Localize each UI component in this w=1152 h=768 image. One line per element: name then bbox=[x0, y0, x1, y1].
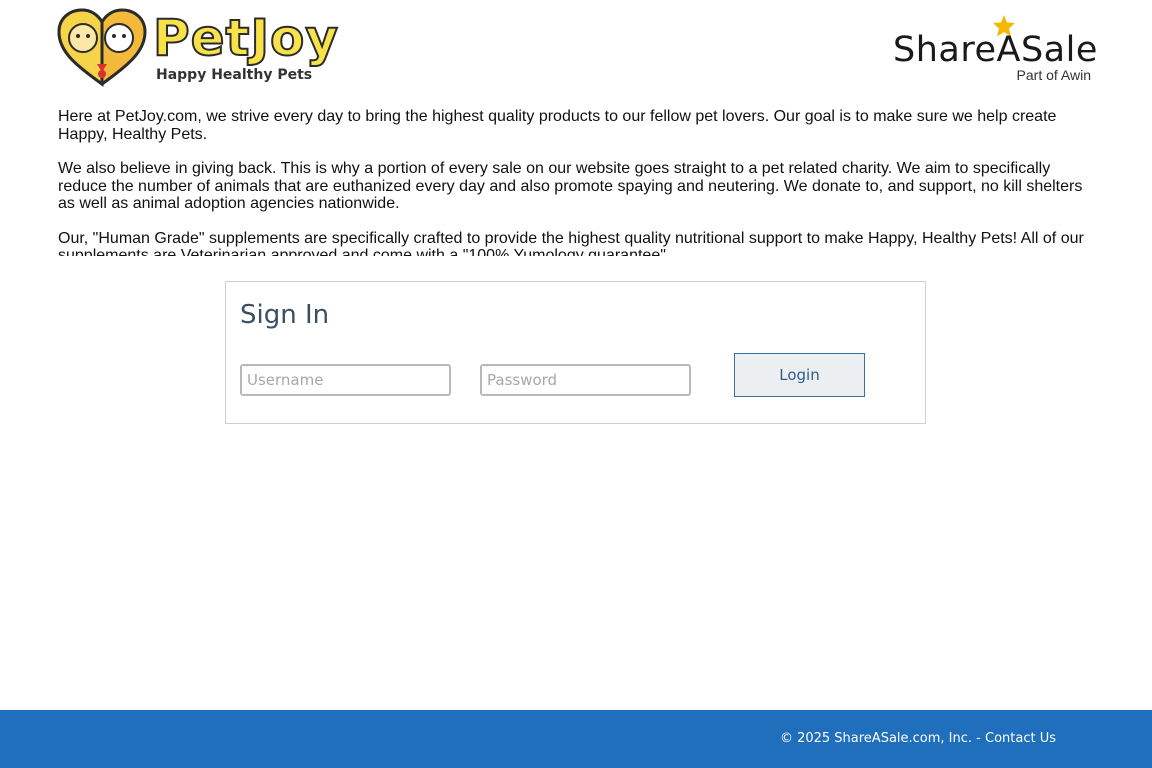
petjoy-wordmark: PetJoy bbox=[152, 9, 340, 67]
password-input[interactable] bbox=[480, 364, 691, 396]
contact-us-link[interactable]: Contact Us bbox=[985, 731, 1056, 746]
signin-title: Sign In bbox=[240, 300, 330, 330]
description-paragraph: Our, "Human Grade" supplements are speci… bbox=[58, 229, 1084, 257]
page-footer: © 2025 ShareASale.com, Inc. - Contact Us bbox=[0, 710, 1152, 768]
petjoy-logo[interactable]: PetJoy Happy Healthy Pets bbox=[57, 8, 367, 88]
shareasale-wordmark: ShareASale bbox=[893, 30, 1098, 70]
description-paragraph: Here at PetJoy.com, we strive every day … bbox=[58, 108, 1057, 143]
page-header: PetJoy Happy Healthy Pets ShareASale Par… bbox=[0, 0, 1152, 100]
shareasale-subtitle: Part of Awin bbox=[1016, 67, 1091, 83]
shareasale-logo[interactable]: ShareASale Part of Awin bbox=[893, 14, 1097, 86]
footer-text: © 2025 ShareASale.com, Inc. - Contact Us bbox=[780, 731, 1056, 746]
merchant-description: Here at PetJoy.com, we strive every day … bbox=[58, 108, 1098, 256]
petjoy-tagline: Happy Healthy Pets bbox=[156, 67, 313, 83]
login-button[interactable]: Login bbox=[734, 353, 865, 397]
signin-panel: Sign In Login bbox=[225, 281, 926, 424]
username-input[interactable] bbox=[240, 364, 451, 396]
description-paragraph: We also believe in giving back. This is … bbox=[58, 160, 1083, 212]
heart-pets-icon bbox=[57, 8, 147, 87]
copyright-text: © 2025 ShareASale.com, Inc. - bbox=[779, 731, 985, 746]
